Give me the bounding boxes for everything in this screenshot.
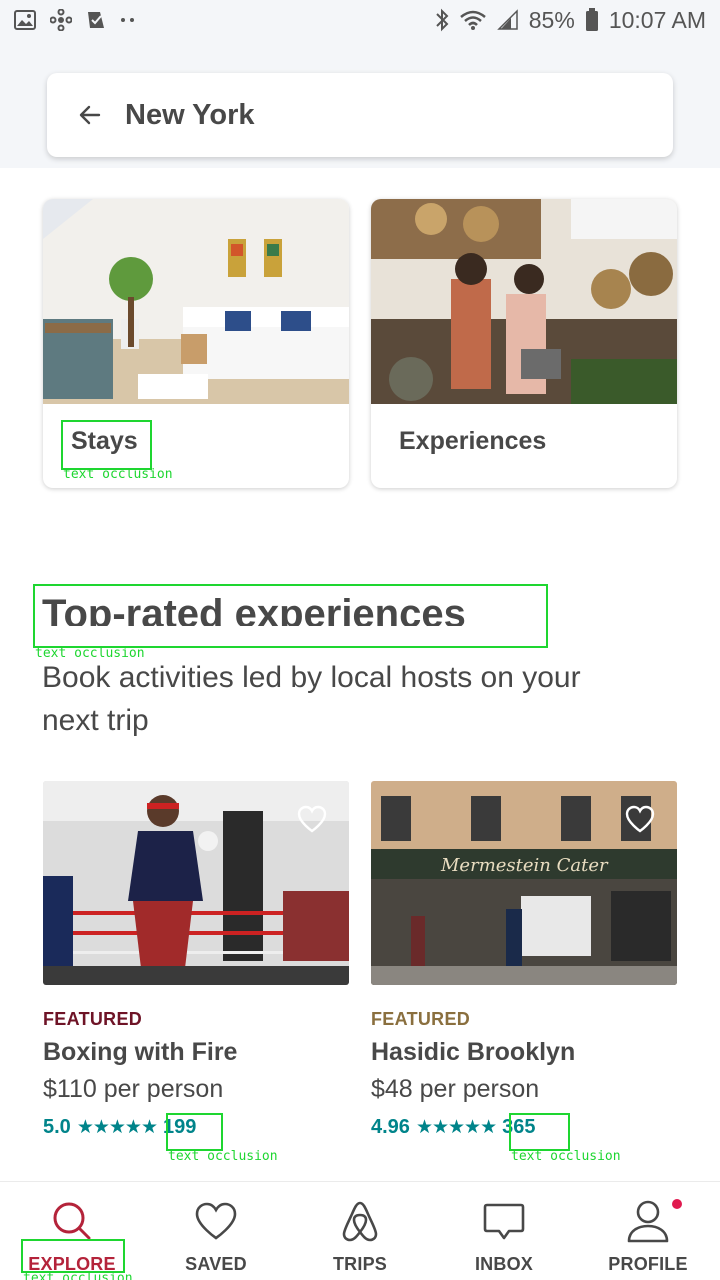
nav-saved[interactable]: SAVED [144, 1182, 288, 1280]
location-search-bar[interactable]: New York [47, 73, 673, 157]
status-bar: 85% 10:07 AM [0, 0, 720, 40]
experience-card[interactable]: FEATURED Boxing with Fire $110 per perso… [43, 781, 349, 1142]
notification-icons [14, 9, 136, 31]
storefront-photo: Mermestein Cater [371, 781, 677, 985]
occlusion-box [509, 1113, 570, 1151]
section-subtitle: Book activities led by local hosts on yo… [42, 661, 581, 737]
heart-icon [193, 1198, 239, 1244]
star-rating-icon: ★★★★★ [76, 1116, 158, 1138]
nav-trips[interactable]: TRIPS [288, 1182, 432, 1280]
save-heart-icon[interactable] [625, 805, 655, 833]
wifi-icon [459, 9, 487, 31]
save-heart-icon[interactable] [297, 805, 327, 833]
experience-title: Hasidic Brooklyn [371, 1038, 576, 1066]
notification-dot [672, 1199, 682, 1209]
more-dots-icon [120, 17, 136, 23]
occlusion-box [166, 1113, 223, 1151]
nav-label: PROFILE [608, 1254, 688, 1274]
nav-inbox[interactable]: INBOX [432, 1182, 576, 1280]
category-label-experiences: Experiences [399, 427, 547, 455]
person-icon [625, 1198, 671, 1244]
task-check-icon [86, 10, 106, 30]
occlusion-box [21, 1239, 125, 1273]
experience-price: $48 per person [371, 1075, 540, 1103]
signal-icon [496, 9, 519, 31]
system-status: 85% 10:07 AM [435, 7, 706, 34]
boxing-photo [43, 781, 349, 985]
occlusion-box [61, 420, 152, 470]
rating-value: 5.0 [43, 1115, 71, 1138]
battery-percent: 85% [528, 6, 575, 33]
nav-label: TRIPS [332, 1254, 387, 1274]
arrow-left-icon[interactable] [77, 102, 103, 128]
featured-tag: FEATURED [43, 1009, 143, 1029]
search-icon [49, 1198, 95, 1244]
bluetooth-icon [435, 8, 449, 32]
experience-title: Boxing with Fire [43, 1038, 238, 1066]
experience-price: $110 per person [43, 1075, 224, 1103]
image-icon [14, 10, 36, 30]
pinwheel-icon [50, 9, 72, 31]
occlusion-label: text occlusion [63, 467, 173, 482]
svg-text:Mermestein Cater: Mermestein Cater [440, 855, 609, 876]
search-location-text: New York [125, 98, 255, 131]
cooking-photo [371, 199, 677, 404]
nav-profile[interactable]: PROFILE [576, 1182, 720, 1280]
featured-tag: FEATURED [371, 1009, 471, 1029]
bedroom-photo [43, 199, 349, 404]
rating-value: 4.96 [371, 1115, 410, 1138]
nav-label: INBOX [474, 1254, 533, 1274]
battery-icon [585, 8, 599, 32]
airbnb-logo-icon [337, 1198, 383, 1244]
nav-label: SAVED [185, 1254, 247, 1274]
category-card-experiences[interactable]: Experiences [371, 199, 677, 488]
occlusion-label: text occlusion [168, 1149, 278, 1164]
occlusion-label: text occlusion [511, 1149, 621, 1164]
experience-card[interactable]: Mermestein Cater FEATURED Hasidic Brookl… [371, 781, 677, 1142]
occlusion-box [33, 584, 548, 648]
star-rating-icon: ★★★★★ [415, 1116, 497, 1138]
occlusion-label: text occlusion [23, 1271, 133, 1280]
message-icon [481, 1198, 527, 1244]
clock: 10:07 AM [608, 6, 706, 33]
